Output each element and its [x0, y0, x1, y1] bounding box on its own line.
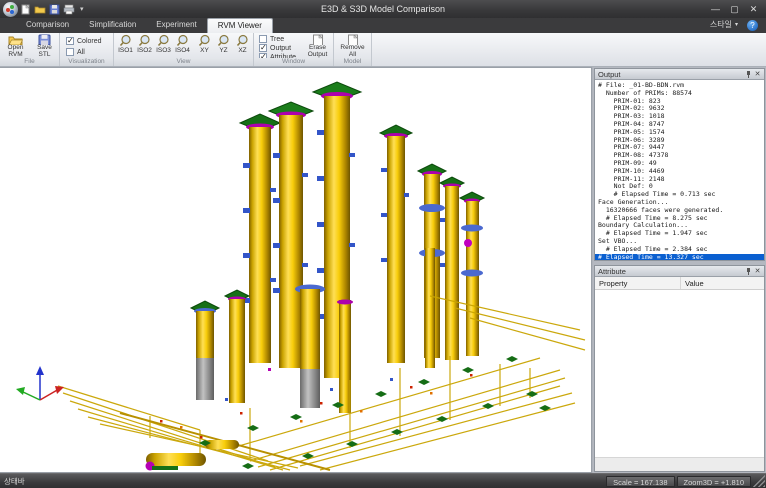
title-bar: ▾ E3D & S3D Model Comparison — ▢ ✕: [0, 0, 766, 18]
close-button[interactable]: ✕: [745, 3, 762, 16]
axis-triad-icon: [16, 366, 64, 400]
group-label-model: Model: [334, 58, 371, 66]
output-checkbox[interactable]: Output: [259, 44, 291, 52]
save-icon[interactable]: [49, 4, 60, 15]
viewport-3d[interactable]: [0, 67, 592, 473]
attribute-table-body[interactable]: [595, 290, 764, 457]
column-header-value[interactable]: Value: [681, 277, 764, 289]
quick-access-toolbar: ▾: [21, 4, 84, 15]
iso3-button[interactable]: ISO3: [154, 34, 173, 58]
output-console: # File: _01-BD-BDN.rvm Number of PRIMs: …: [595, 80, 764, 260]
open-rvm-button[interactable]: Open RVM: [2, 34, 29, 58]
open-folder-icon[interactable]: [34, 4, 46, 15]
magnifier-icon: [138, 34, 151, 47]
close-panel-icon[interactable]: ✕: [753, 70, 762, 79]
attribute-panel: Attribute ✕ Property Value: [594, 265, 765, 472]
help-icon[interactable]: ?: [747, 20, 758, 31]
plant-model-3d: [0, 68, 590, 472]
ribbon-group-visualization: Colored All Visualization: [60, 33, 114, 66]
style-menu-button[interactable]: 스타일 ▾: [710, 19, 738, 30]
style-caret-icon: ▾: [735, 21, 738, 28]
tree-checkbox[interactable]: Tree: [259, 35, 284, 43]
close-panel-icon[interactable]: ✕: [753, 267, 762, 276]
magnifier-icon: [236, 34, 249, 47]
resize-grip[interactable]: [753, 475, 765, 487]
ribbon-group-model: Remove All Model: [334, 33, 372, 66]
iso1-button[interactable]: ISO1: [116, 34, 135, 58]
remove-all-button[interactable]: Remove All: [339, 34, 366, 58]
iso4-button[interactable]: ISO4: [173, 34, 192, 58]
column-header-property[interactable]: Property: [595, 277, 681, 289]
dock-panel-column: Output ✕ # File: _01-BD-BDN.rvm Number o…: [593, 67, 766, 473]
xz-button[interactable]: XZ: [233, 34, 252, 58]
colored-checkbox[interactable]: Colored: [66, 37, 102, 45]
iso2-button[interactable]: ISO2: [135, 34, 154, 58]
window-title: E3D & S3D Model Comparison: [0, 4, 766, 14]
checkbox-unchecked-icon: [66, 48, 74, 56]
checkbox-checked-icon: [259, 44, 267, 52]
group-label-file: File: [0, 58, 59, 66]
main-area: Output ✕ # File: _01-BD-BDN.rvm Number o…: [0, 67, 766, 473]
output-panel-title: Output: [598, 70, 621, 79]
output-panel-header: Output ✕: [595, 69, 764, 80]
tab-comparison[interactable]: Comparison: [16, 18, 79, 33]
attribute-panel-title: Attribute: [598, 267, 626, 276]
window-controls: — ▢ ✕: [707, 0, 762, 18]
save-stl-button[interactable]: Save STL: [31, 34, 58, 58]
pin-icon[interactable]: [744, 267, 753, 276]
minimize-button[interactable]: —: [707, 3, 724, 16]
yz-button[interactable]: YZ: [214, 34, 233, 58]
erase-output-button[interactable]: Erase Output: [304, 34, 331, 58]
output-line-selected[interactable]: # Elapsed Time = 13.327 sec: [595, 254, 764, 260]
status-left-text: 상태바: [0, 476, 25, 487]
status-bar: 상태바 Scale = 167.138 Zoom3D = +1.810: [0, 473, 766, 488]
group-label-view: View: [114, 58, 253, 66]
maximize-button[interactable]: ▢: [726, 3, 743, 16]
checkbox-unchecked-icon: [259, 35, 267, 43]
application-window: ▾ E3D & S3D Model Comparison — ▢ ✕ Compa…: [0, 0, 766, 488]
all-checkbox[interactable]: All: [66, 48, 85, 56]
new-document-icon[interactable]: [21, 4, 31, 15]
ribbon-tab-row: Comparison Simplification Experiment RVM…: [0, 18, 766, 33]
group-label-window: Window: [254, 58, 333, 66]
group-label-visualization: Visualization: [60, 58, 113, 66]
xy-button[interactable]: XY: [195, 34, 214, 58]
checkbox-checked-icon: [66, 37, 74, 45]
app-orb-button[interactable]: [3, 2, 18, 17]
ribbon-group-window: Tree Output Attribute Erase Output Windo…: [254, 33, 334, 66]
tab-simplification[interactable]: Simplification: [79, 18, 146, 33]
attribute-table-header: Property Value: [595, 277, 764, 290]
print-icon[interactable]: [63, 4, 75, 15]
ribbon: Open RVM Save STL File Colored All Visua…: [0, 33, 766, 67]
attribute-panel-header: Attribute ✕: [595, 266, 764, 277]
pin-icon[interactable]: [744, 70, 753, 79]
magnifier-icon: [217, 34, 230, 47]
attribute-panel-footer: [595, 457, 764, 471]
status-scale-readout: Scale = 167.138: [606, 476, 674, 487]
magnifier-icon: [176, 34, 189, 47]
magnifier-icon: [157, 34, 170, 47]
ribbon-group-view: ISO1 ISO2 ISO3 ISO4 XY YZ: [114, 33, 254, 66]
magnifier-icon: [198, 34, 211, 47]
ribbon-group-file: Open RVM Save STL File: [0, 33, 60, 66]
tab-experiment[interactable]: Experiment: [146, 18, 206, 33]
magnifier-icon: [119, 34, 132, 47]
status-zoom3d-readout: Zoom3D = +1.810: [677, 476, 751, 487]
tab-rvm-viewer[interactable]: RVM Viewer: [207, 18, 273, 33]
output-panel: Output ✕ # File: _01-BD-BDN.rvm Number o…: [594, 68, 765, 261]
qat-dropdown-caret[interactable]: ▾: [80, 5, 84, 13]
